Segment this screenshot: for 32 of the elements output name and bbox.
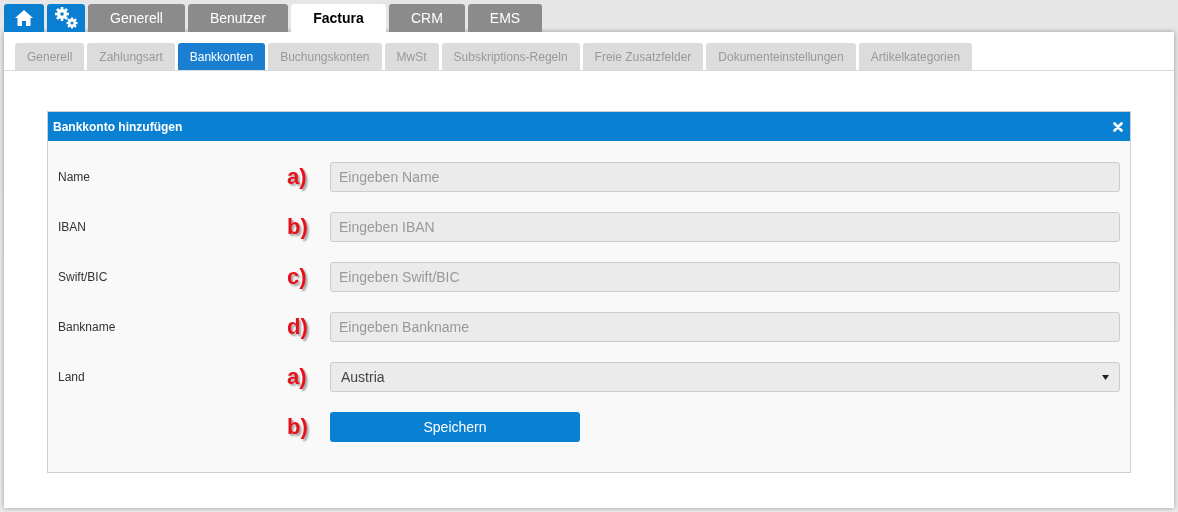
- annotation-marker: b): [287, 216, 309, 238]
- field-label: Name: [58, 169, 91, 186]
- annotation-marker: b): [287, 416, 309, 438]
- country-dropdown[interactable]: Austria: [330, 362, 1120, 392]
- field-label: Bankname: [58, 319, 117, 336]
- sub-tab[interactable]: Subskriptions-Regeln: [441, 43, 580, 70]
- annotation-marker: a): [287, 166, 308, 188]
- main-tab[interactable]: Factura: [290, 4, 386, 32]
- sub-tab[interactable]: Buchungskonten: [268, 43, 382, 70]
- field-label: Swift/BIC: [58, 269, 109, 286]
- gears-icon[interactable]: [47, 4, 85, 32]
- sub-tab[interactable]: Zahlungsart: [87, 43, 175, 70]
- field-label: IBAN: [58, 219, 87, 236]
- dropdown-caret-icon: [1102, 374, 1109, 380]
- close-icon[interactable]: [1113, 121, 1123, 132]
- main-tab[interactable]: EMS: [467, 4, 543, 32]
- sub-tab[interactable]: MwSt: [384, 43, 439, 70]
- save-button[interactable]: Speichern: [330, 412, 580, 442]
- main-tab[interactable]: CRM: [388, 4, 465, 32]
- annotation-marker: d): [287, 316, 309, 338]
- home-icon[interactable]: [4, 4, 44, 32]
- sub-tab[interactable]: Generell: [15, 43, 85, 70]
- dialog-title: Bankkonto hinzufügen: [53, 118, 183, 136]
- main-tab[interactable]: Benutzer: [187, 4, 288, 32]
- sub-tab[interactable]: Dokumenteinstellungen: [706, 43, 856, 70]
- annotation-marker: a): [287, 366, 308, 388]
- annotation-marker: c): [287, 266, 308, 288]
- main-tab[interactable]: Generell: [88, 4, 185, 32]
- field-label: Land: [58, 369, 86, 386]
- sub-tab[interactable]: Freie Zusatzfelder: [582, 43, 704, 70]
- sub-tab[interactable]: Artikelkategorien: [858, 43, 973, 70]
- sub-tab[interactable]: Bankkonten: [177, 43, 266, 70]
